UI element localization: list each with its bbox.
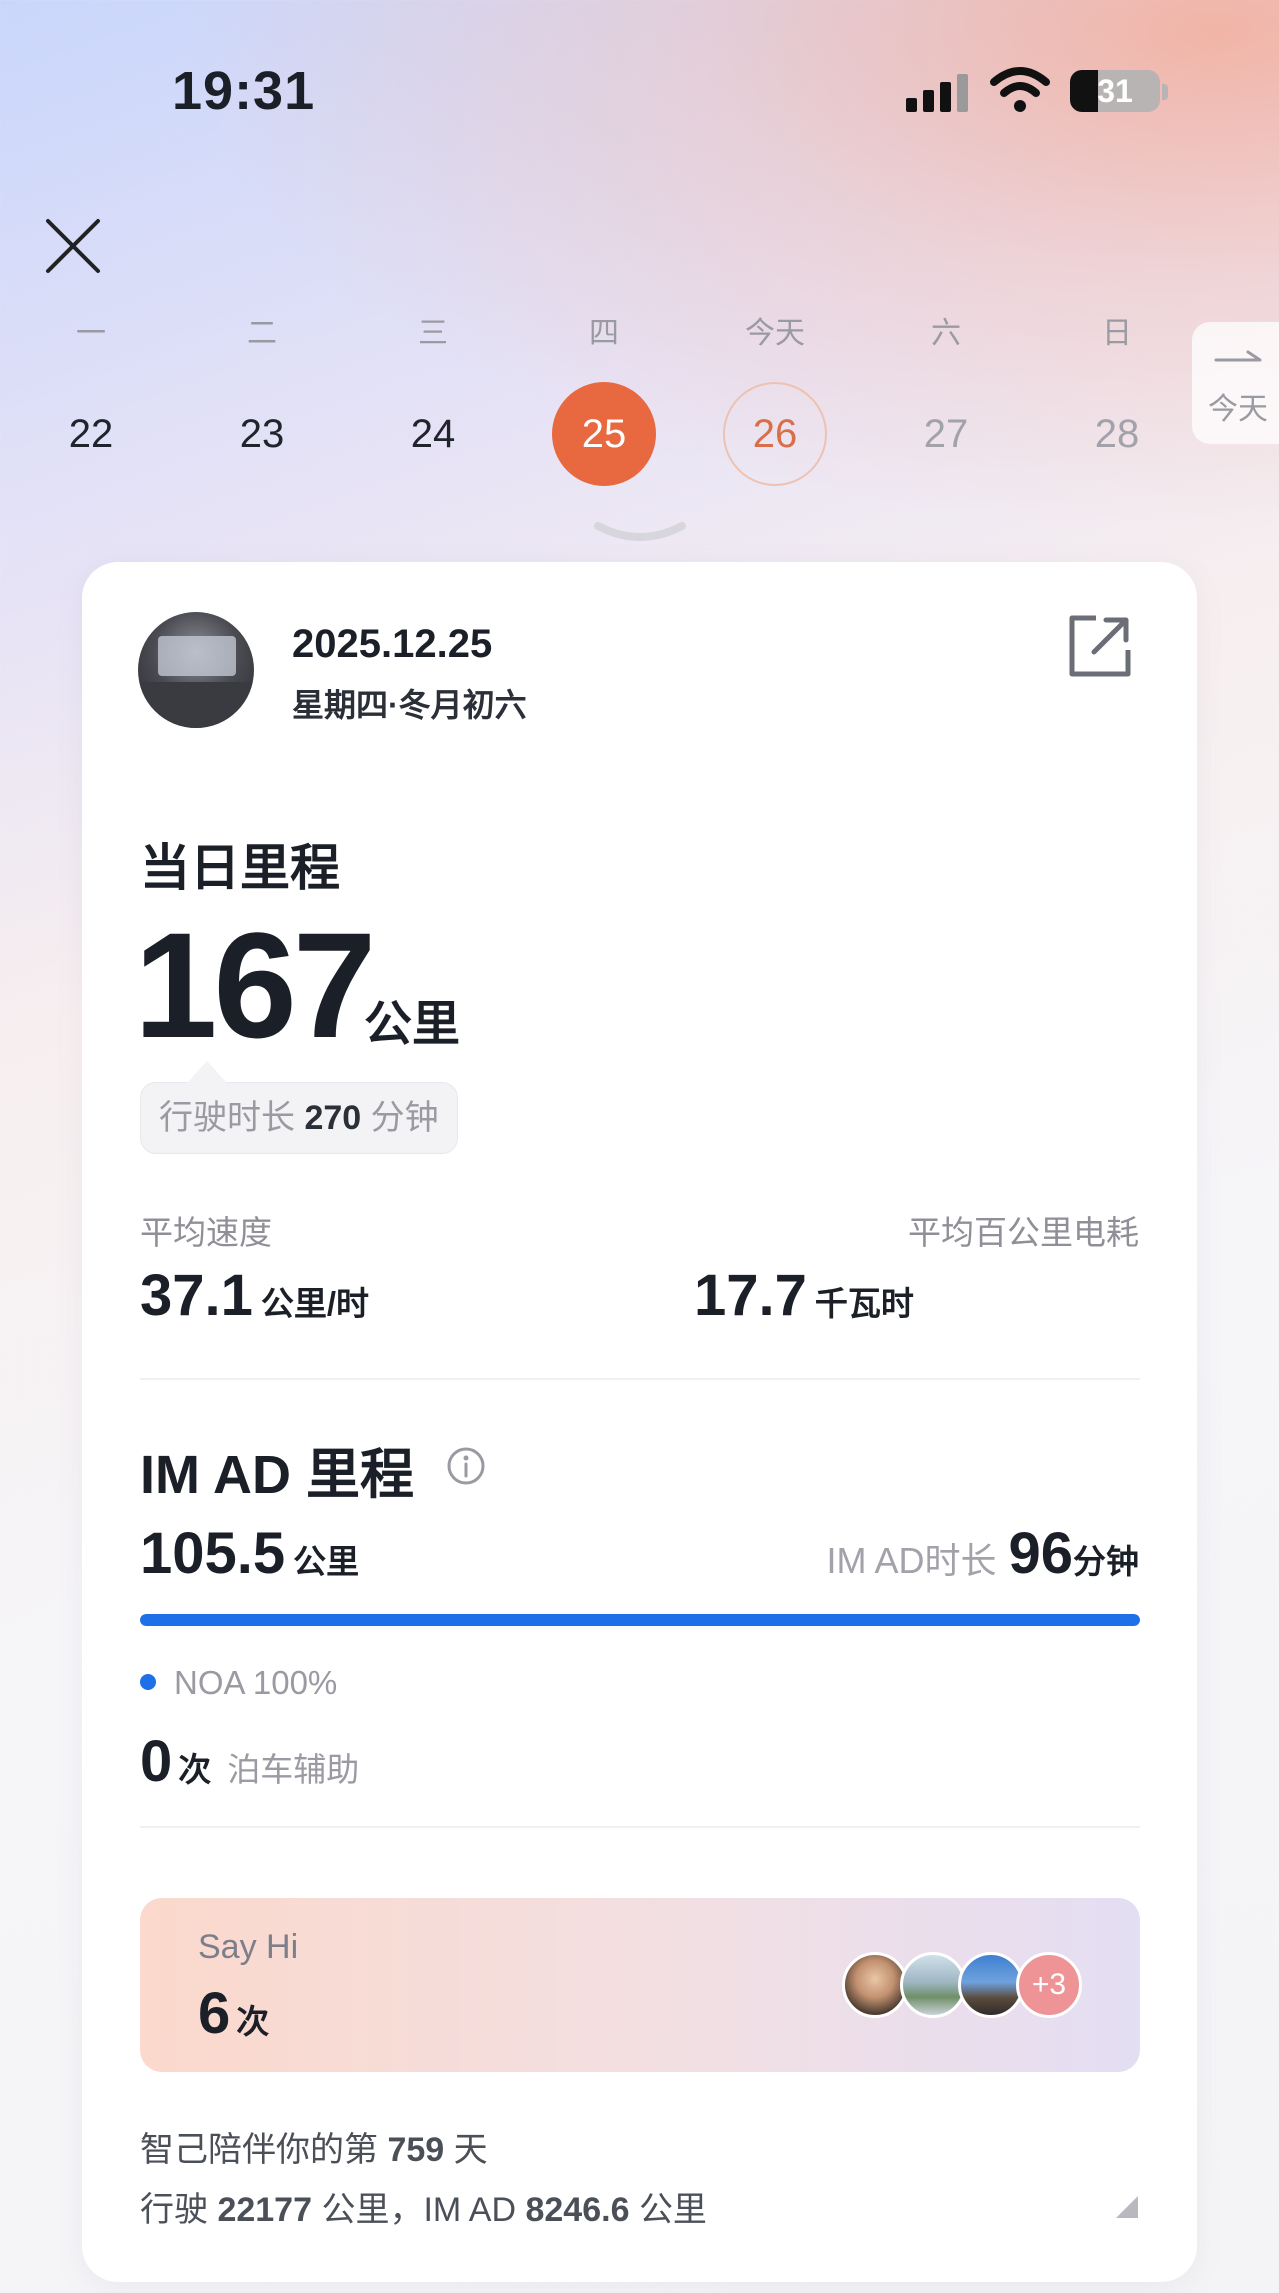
calendar-weekday: 三 <box>418 317 448 350</box>
daily-mileage-unit: 公里 <box>364 998 461 1051</box>
battery-icon: 31 <box>1070 70 1160 112</box>
sayhi-label: Say Hi <box>198 1928 299 1966</box>
calendar-day[interactable]: 一 22 <box>36 312 146 486</box>
total-distance-line: 行驶 22177 公里，IM AD 8246.6 公里 <box>140 2182 707 2231</box>
total-imad-value: 8246.6 <box>525 2191 630 2229</box>
total-drive-unit: 公里，IM AD <box>321 2191 517 2229</box>
battery-nub <box>1162 84 1168 100</box>
chevron-down-icon[interactable] <box>592 518 688 546</box>
calendar-day[interactable]: 日 28 <box>1062 312 1172 486</box>
duration-unit: 分钟 <box>370 1099 439 1137</box>
avg-energy-label: 平均百公里电耗 <box>908 1214 1139 1251</box>
calendar-date: 27 <box>923 412 969 456</box>
calendar-date: 25 <box>552 382 656 486</box>
noa-legend-dot <box>140 1674 156 1690</box>
status-time: 19:31 <box>172 61 316 121</box>
imad-title: IM AD 里程 <box>140 1445 414 1505</box>
calendar-weekday: 日 <box>1102 317 1132 350</box>
companion-days: 759 <box>387 2131 445 2169</box>
parking-label: 泊车辅助 <box>227 1751 360 1788</box>
avg-speed-value: 37.1 <box>140 1263 253 1328</box>
parking-count: 0 <box>140 1729 173 1794</box>
imad-duration-unit: 分钟 <box>1073 1543 1139 1580</box>
friend-avatar <box>900 1952 966 2018</box>
total-drive-value: 22177 <box>217 2191 312 2229</box>
imad-mileage: 105.5 公里 <box>140 1520 359 1587</box>
imad-duration: IM AD时长 96分钟 <box>826 1520 1139 1587</box>
noa-legend-text: NOA 100% <box>174 1664 338 1701</box>
drive-duration-pill: 行驶时长 270 分钟 <box>140 1061 458 1154</box>
calendar-day[interactable]: 六 27 <box>891 312 1001 486</box>
sayhi-panel[interactable]: Say Hi 6次 +3 <box>140 1898 1140 2072</box>
avg-speed-label: 平均速度 <box>140 1214 272 1251</box>
duration-value: 270 <box>304 1099 362 1137</box>
calendar-weekday: 六 <box>931 317 961 350</box>
companion-days-line: 智己陪伴你的第 759 天 <box>140 2122 488 2171</box>
calendar-day-today[interactable]: 今天 26 <box>720 312 830 486</box>
imad-mileage-value: 105.5 <box>140 1521 286 1586</box>
imad-progress-bar <box>140 1614 1140 1626</box>
vehicle-avatar <box>138 612 254 728</box>
imad-mileage-unit: 公里 <box>293 1543 360 1580</box>
calendar-date: 28 <box>1094 412 1140 456</box>
battery-level: 31 <box>1097 73 1133 109</box>
companion-days-unit: 天 <box>453 2131 488 2169</box>
more-friends-badge: +3 <box>1016 1952 1082 2018</box>
total-drive-prefix: 行驶 <box>140 2191 208 2229</box>
imad-duration-value: 96 <box>1008 1521 1073 1586</box>
divider <box>140 1826 1140 1828</box>
calendar-date: 22 <box>68 412 114 456</box>
jump-to-today-button[interactable]: 今天 <box>1192 322 1279 444</box>
duration-prefix: 行驶时长 <box>159 1099 295 1137</box>
daily-trip-card: 2025.12.25 星期四·冬月初六 当日里程 167 公里 行驶时长 270… <box>82 562 1197 2282</box>
companion-prefix: 智己陪伴你的第 <box>140 2131 378 2169</box>
calendar-day-selected[interactable]: 四 25 <box>549 312 659 486</box>
calendar-weekday: 四 <box>589 317 619 350</box>
cellular-signal-icon <box>906 72 970 112</box>
card-date: 2025.12.25 <box>292 622 493 666</box>
divider <box>140 1378 1140 1380</box>
calendar-date: 26 <box>723 382 827 486</box>
card-lunar-date: 星期四·冬月初六 <box>292 687 527 723</box>
calendar-date: 24 <box>410 412 456 456</box>
total-imad-unit: 公里 <box>638 2191 707 2229</box>
calendar-day[interactable]: 三 24 <box>378 312 488 486</box>
daily-mileage-label: 当日里程 <box>140 840 340 896</box>
calendar-weekday: 今天 <box>745 317 805 350</box>
avg-energy-value: 17.7 <box>694 1263 807 1328</box>
avg-energy-unit: 千瓦时 <box>814 1285 914 1322</box>
parking-unit: 次 <box>178 1751 212 1788</box>
daily-mileage-value: 167 <box>134 901 376 1069</box>
friend-avatar <box>842 1952 908 2018</box>
expand-corner-icon[interactable] <box>1112 2192 1140 2220</box>
sayhi-count-unit: 次 <box>236 2003 270 2040</box>
info-icon[interactable] <box>446 1446 486 1486</box>
avg-energy: 17.7 千瓦时 <box>694 1262 914 1329</box>
share-icon[interactable] <box>1066 612 1134 680</box>
calendar-date: 23 <box>239 412 285 456</box>
today-button-label: 今天 <box>1208 393 1268 426</box>
sayhi-count-value: 6 <box>198 1981 231 2046</box>
avg-speed: 37.1 公里/时 <box>140 1262 369 1329</box>
calendar-day[interactable]: 二 23 <box>207 312 317 486</box>
imad-duration-label: IM AD时长 <box>826 1540 997 1581</box>
calendar-weekday: 二 <box>247 317 277 350</box>
calendar-weekday: 一 <box>76 317 106 350</box>
friend-avatar <box>958 1952 1024 2018</box>
parking-assist: 0 次泊车辅助 <box>140 1728 359 1795</box>
avg-speed-unit: 公里/时 <box>260 1285 370 1322</box>
arrow-right-icon <box>1214 350 1262 362</box>
sayhi-count: 6次 <box>198 1980 269 2047</box>
imad-progress-fill <box>140 1614 1140 1626</box>
wifi-icon <box>990 67 1050 112</box>
close-icon[interactable] <box>42 215 104 277</box>
